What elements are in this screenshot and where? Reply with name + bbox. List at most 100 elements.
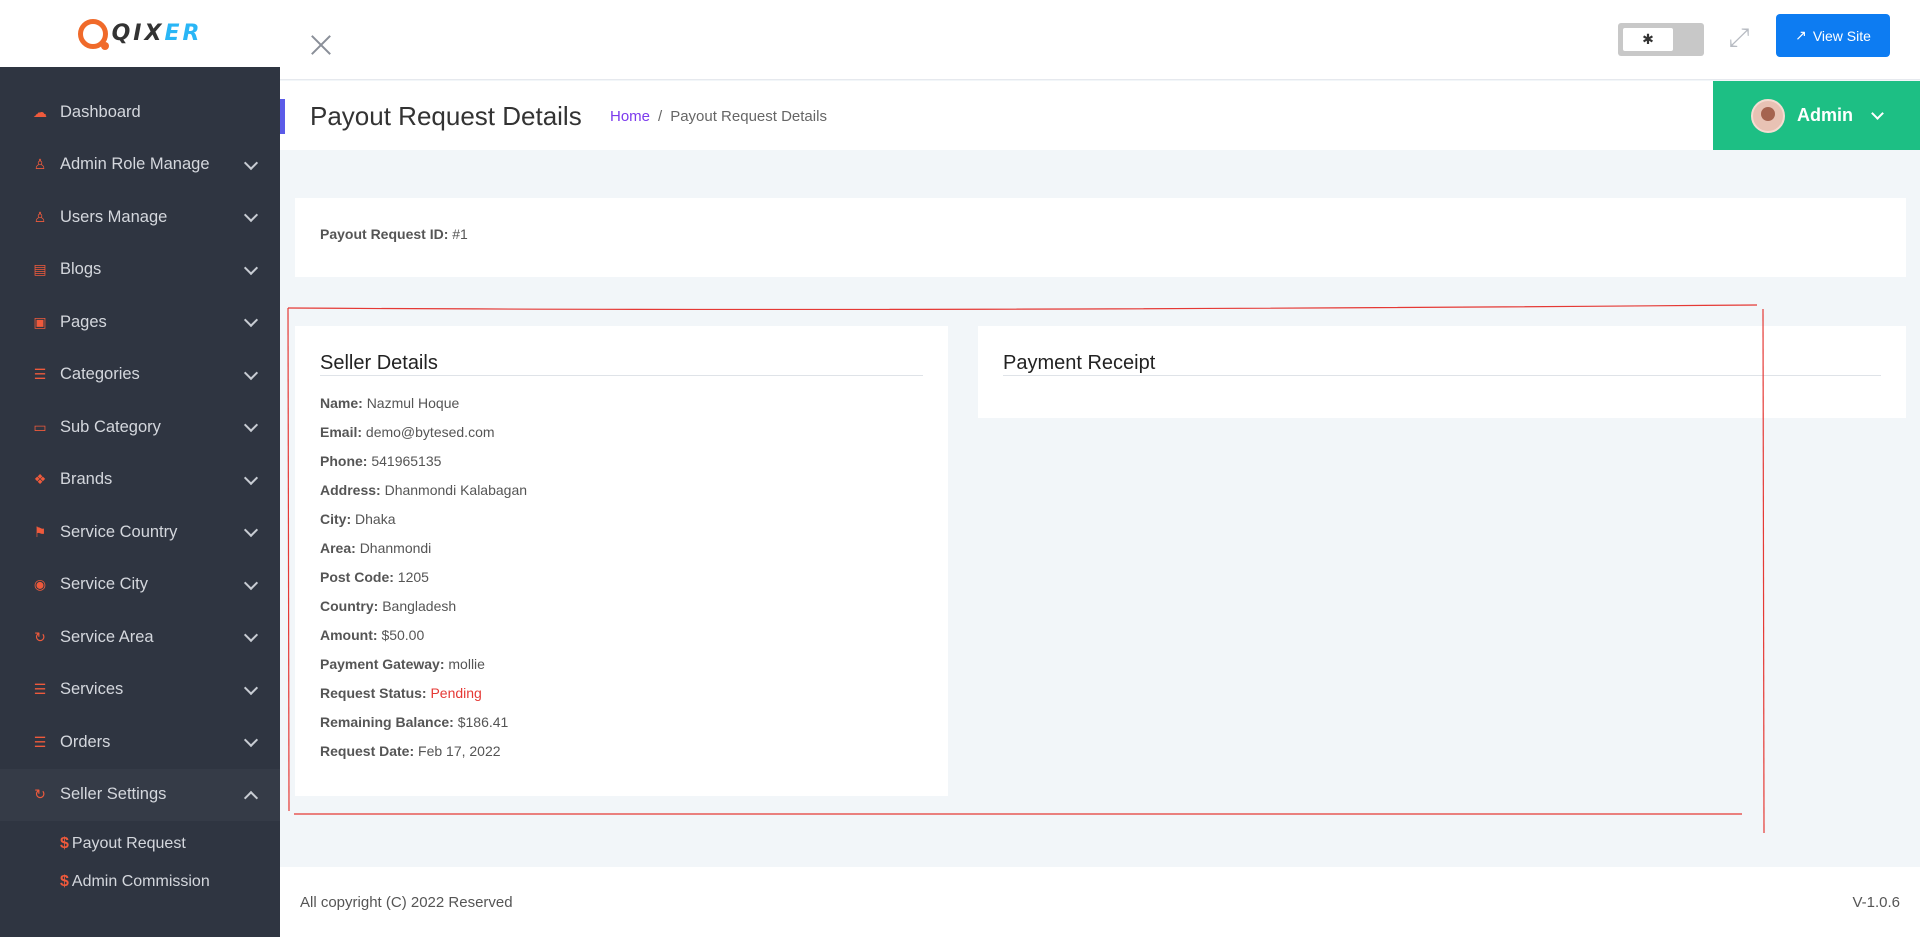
refresh-icon: ↻ [34,786,46,803]
payout-id-label: Payout Request ID: [320,226,449,242]
seller-details-list: Name: Nazmul Hoque Email: demo@bytesed.co… [320,394,527,771]
detail-row: City: Dhaka [320,510,527,539]
theme-toggle[interactable]: ✱ [1618,23,1704,56]
sidebar-item-label: Dashboard [60,102,141,121]
dollar-icon: $ [60,873,69,890]
external-link-icon: ↗ [1795,27,1807,43]
dashboard-icon: ☁ [33,103,47,120]
detail-row: Payment Gateway: mollie [320,655,527,684]
sidebar-item-label: Services [60,680,124,699]
sidebar-item-label: Pages [60,312,107,331]
detail-row: Area: Dhanmondi [320,539,527,568]
submenu-item-label: Admin Commission [71,873,210,890]
title-accent-bar [280,99,285,134]
annotation-line-top [287,304,1758,311]
sidebar-item-service-country[interactable]: ⚑ Service Country [0,506,280,559]
footer: All copyright (C) 2022 Reserved V-1.0.6 [280,867,1920,937]
detail-row: Address: Dhanmondi Kalabagan [320,481,527,510]
sidebar: QIXER ☁ Dashboard ♙ Admin Role Manage ♙ Users… [0,0,280,937]
detail-row: Request Date: Feb 17, 2022 [320,742,527,771]
submenu-item-payout-request[interactable]: $ Payout Request [0,825,280,863]
detail-value: Dhaka [355,511,396,527]
sidebar-item-label: Admin Role Manage [60,155,210,174]
detail-label: Phone: [320,453,368,469]
payout-id-value: #1 [452,226,468,242]
logo-icon [77,18,109,50]
chevron-down-icon [243,575,259,590]
sidebar-item-brands[interactable]: ❖ Brands [0,454,280,507]
detail-label: City: [320,511,352,527]
brand-logo[interactable]: QIXER [0,0,280,67]
divider [320,375,923,376]
sidebar-item-seller-settings[interactable]: ↻ Seller Settings [0,768,280,821]
chevron-down-icon [243,523,259,538]
detail-value: 1205 [397,569,429,585]
user-icon: ♙ [33,156,47,173]
chevron-down-icon [243,628,259,643]
seller-settings-submenu: $ Payout Request $ Admin Commission [0,821,280,901]
chevron-down-icon [1871,107,1884,120]
topbar: ✱ ⤢ ↗ View Site [280,0,1920,80]
sidebar-item-admin-role-manage[interactable]: ♙ Admin Role Manage [0,139,280,192]
card-icon: ▭ [33,418,47,435]
payout-id-row: Payout Request ID: #1 [320,226,468,242]
status-badge: Pending [430,685,482,701]
detail-label: Payment Gateway: [320,656,445,672]
sidebar-item-label: Seller Settings [60,785,167,804]
chevron-down-icon [243,208,259,223]
payout-id-card: Payout Request ID: #1 [295,198,1906,277]
sidebar-item-dashboard[interactable]: ☁ Dashboard [0,86,280,139]
annotation-line-left [287,307,290,812]
toggle-knob: ✱ [1623,28,1673,51]
sidebar-item-sub-category[interactable]: ▭ Sub Category [0,401,280,454]
view-site-button[interactable]: ↗ View Site [1776,14,1890,57]
chevron-down-icon [243,260,259,275]
fullscreen-icon[interactable]: ⤢ [1726,24,1752,50]
detail-label: Post Code: [320,569,394,585]
admin-menu[interactable]: Admin [1713,81,1920,150]
breadcrumb: Home / Payout Request Details [610,108,827,125]
submenu-item-label: Payout Request [71,835,186,852]
detail-label: Request Date: [320,743,415,759]
detail-row: Email: demo@bytesed.com [320,423,527,452]
sidebar-item-blogs[interactable]: ▤ Blogs [0,244,280,297]
circle-arrow-icon: ◉ [33,576,47,593]
seller-details-title: Seller Details [320,352,438,374]
breadcrumb-current: Payout Request Details [670,108,827,125]
breadcrumb-home[interactable]: Home [610,108,650,125]
sidebar-item-users-manage[interactable]: ♙ Users Manage [0,191,280,244]
sidebar-item-service-city[interactable]: ◉ Service City [0,559,280,612]
sidebar-item-service-area[interactable]: ↻ Service Area [0,611,280,664]
pages-icon: ▣ [33,313,47,330]
close-icon[interactable] [310,34,332,56]
detail-row: Post Code: 1205 [320,568,527,597]
sidebar-item-label: Categories [60,365,140,384]
page-header: Payout Request Details Home / Payout Req… [280,81,1920,150]
list-icon: ☰ [33,733,47,750]
sidebar-item-orders[interactable]: ☰ Orders [0,716,280,769]
detail-row: Name: Nazmul Hoque [320,394,527,423]
sidebar-item-services[interactable]: ☰ Services [0,664,280,717]
comment-icon: ▤ [33,261,47,278]
sidebar-menu: ☁ Dashboard ♙ Admin Role Manage ♙ Users Manag… [0,67,280,901]
chevron-down-icon [243,470,259,485]
submenu-item-admin-commission[interactable]: $ Admin Commission [0,863,280,901]
sidebar-item-label: Blogs [60,260,102,279]
detail-value: Bangladesh [382,598,457,614]
detail-value: Dhanmondi [359,540,432,556]
detail-label: Request Status: [320,685,427,701]
sidebar-item-label: Brands [60,470,113,489]
version-text: V-1.0.6 [1852,894,1900,911]
detail-value: Nazmul Hoque [366,395,460,411]
sidebar-item-label: Users Manage [60,207,168,226]
avatar [1751,98,1785,133]
sidebar-item-pages[interactable]: ▣ Pages [0,296,280,349]
detail-label: Email: [320,424,363,440]
payment-receipt-card: Payment Receipt [978,326,1906,418]
sidebar-item-label: Service Area [60,627,154,646]
detail-label: Remaining Balance: [320,714,454,730]
detail-row: Amount: $50.00 [320,626,527,655]
detail-label: Area: [320,540,356,556]
sidebar-item-categories[interactable]: ☰ Categories [0,349,280,402]
sidebar-item-label: Service City [60,575,149,594]
